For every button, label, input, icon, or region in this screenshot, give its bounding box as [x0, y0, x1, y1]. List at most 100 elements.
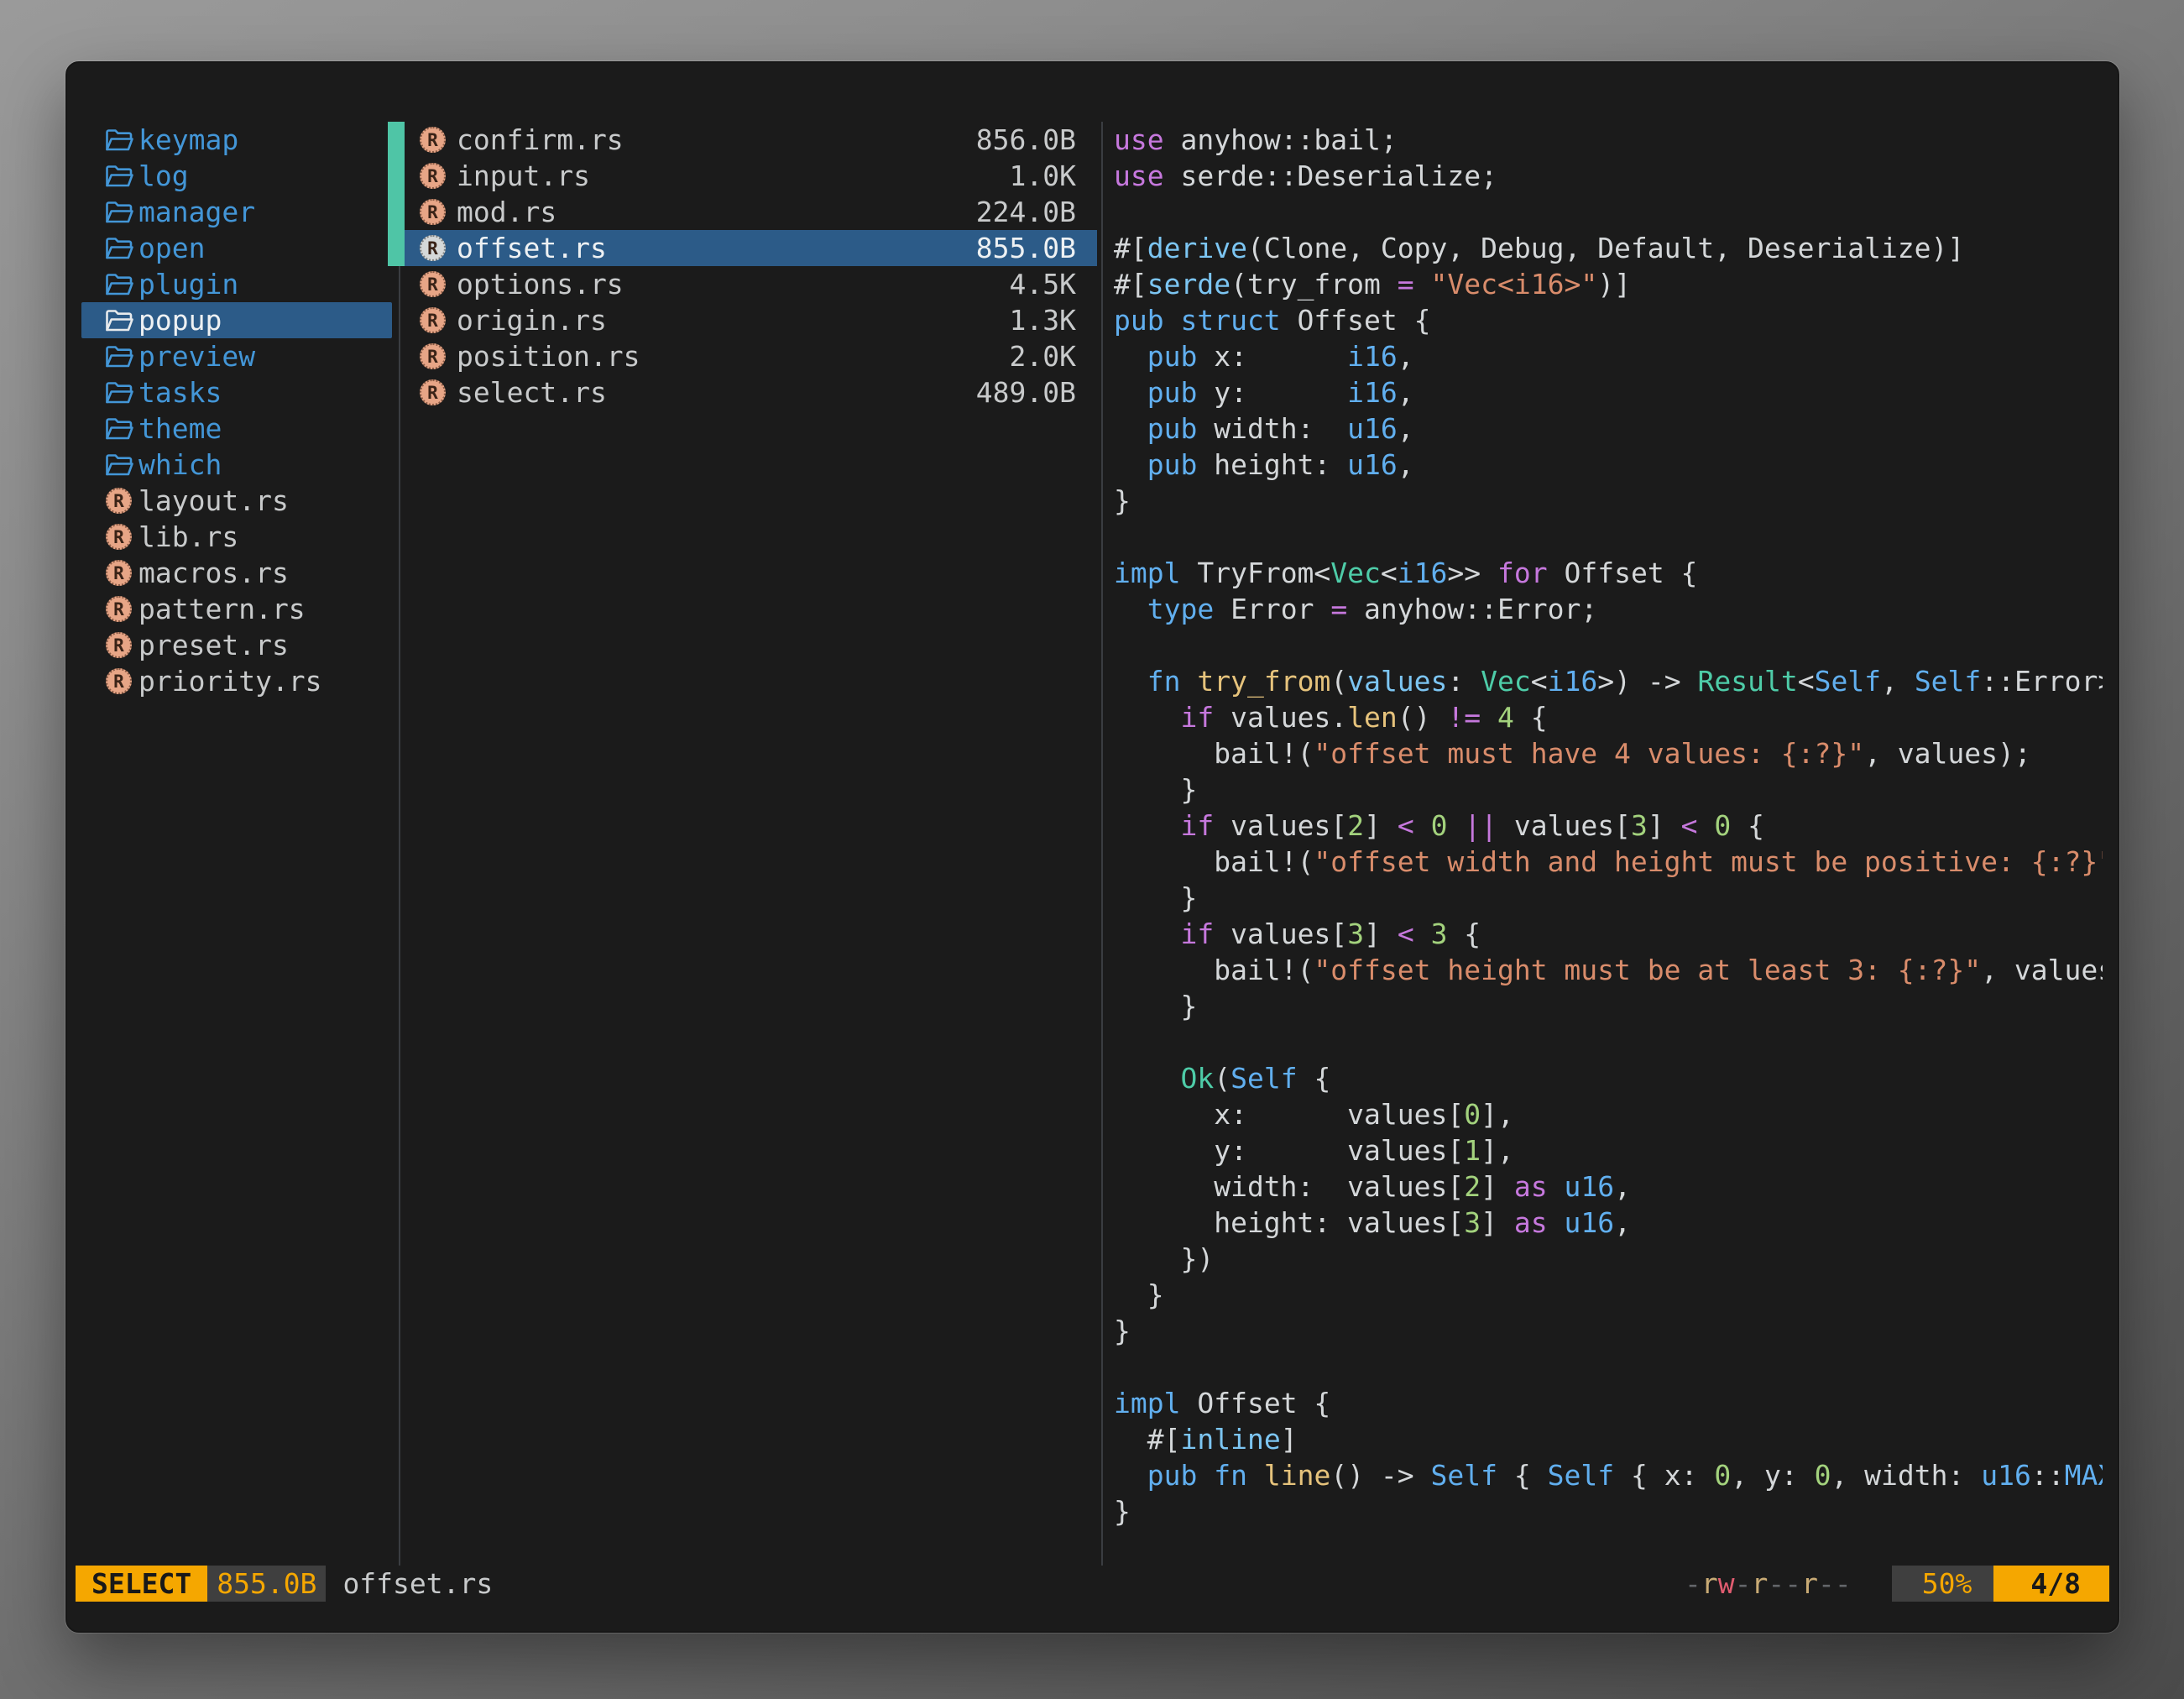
file-row-preset.rs[interactable]: Rpreset.rs: [81, 627, 392, 663]
file-row-origin.rs[interactable]: Rorigin.rs1.3K: [388, 302, 1097, 338]
open-folder-icon: [105, 128, 133, 153]
file-row-input.rs[interactable]: Rinput.rs1.0K: [388, 158, 1097, 194]
code-token: (try_from: [1230, 268, 1398, 301]
code-token: Ok: [1180, 1062, 1214, 1095]
code-line: height: values[3] as u16,: [1114, 1205, 2103, 1241]
folder-row-which[interactable]: which: [81, 447, 392, 483]
code-token: values.: [1214, 701, 1347, 734]
code-token: [1414, 917, 1431, 950]
code-token: Self: [1548, 1459, 1614, 1492]
parent-pane: keymap log manager open plugin popup pre…: [81, 122, 392, 699]
file-row-select.rs[interactable]: Rselect.rs489.0B: [388, 374, 1097, 410]
code-line: #[derive(Clone, Copy, Debug, Default, De…: [1114, 230, 2103, 266]
folder-row-theme[interactable]: theme: [81, 410, 392, 447]
code-token: [1247, 1459, 1264, 1492]
code-token: u16: [1564, 1206, 1614, 1239]
code-token: {: [1514, 701, 1548, 734]
rust-file-icon: R: [420, 379, 446, 405]
code-token: [1114, 701, 1180, 734]
current-directory-list: Rconfirm.rs856.0BRinput.rs1.0KRmod.rs224…: [388, 122, 1097, 410]
folder-row-keymap[interactable]: keymap: [81, 122, 392, 158]
file-row-confirm.rs[interactable]: Rconfirm.rs856.0B: [388, 122, 1097, 158]
code-token: [1114, 917, 1180, 950]
code-token: }): [1114, 1242, 1214, 1275]
visual-select-marker: [388, 158, 405, 194]
code-token: [1114, 340, 1147, 373]
code-token: u16: [1347, 412, 1398, 445]
code-token: [1114, 412, 1147, 445]
code-token: 0: [1464, 1098, 1481, 1131]
permission-char: -: [1818, 1567, 1835, 1600]
permission-char: -: [1784, 1567, 1801, 1600]
code-line: }): [1114, 1241, 2103, 1277]
file-row-priority.rs[interactable]: Rpriority.rs: [81, 663, 392, 699]
file-row-macros.rs[interactable]: Rmacros.rs: [81, 555, 392, 591]
file-row-layout.rs[interactable]: Rlayout.rs: [81, 483, 392, 519]
mode-badge: SELECT: [76, 1566, 207, 1602]
file-row-content: Rorigin.rs1.3K: [405, 302, 1097, 338]
code-line: pub fn line() -> Self { Self { x: 0, y: …: [1114, 1457, 2103, 1493]
file-row-position.rs[interactable]: Rposition.rs2.0K: [388, 338, 1097, 374]
code-token: ,: [1398, 340, 1414, 373]
code-token: 3: [1431, 917, 1448, 950]
folder-row-manager[interactable]: manager: [81, 194, 392, 230]
code-token: as: [1514, 1170, 1548, 1203]
file-row-pattern.rs[interactable]: Rpattern.rs: [81, 591, 392, 627]
preview-pane: use anyhow::bail;use serde::Deserialize;…: [1114, 122, 2103, 1529]
file-name: position.rs: [457, 340, 640, 373]
folder-row-plugin[interactable]: plugin: [81, 266, 392, 302]
file-row-mod.rs[interactable]: Rmod.rs224.0B: [388, 194, 1097, 230]
code-token: ]: [1281, 1423, 1298, 1456]
code-token: values[: [1497, 809, 1631, 842]
code-token: 2: [1347, 809, 1364, 842]
code-token: 0: [1431, 809, 1448, 842]
rust-file-icon: R: [420, 343, 446, 369]
rust-file-icon: R: [106, 668, 132, 694]
code-token: height:: [1197, 448, 1347, 481]
folder-row-log[interactable]: log: [81, 158, 392, 194]
file-row-content: Rconfirm.rs856.0B: [405, 122, 1097, 158]
code-token: ],: [1481, 1134, 1514, 1167]
code-token: ::: [2031, 1459, 2065, 1492]
code-line: impl TryFrom<Vec<i16>> for Offset {: [1114, 555, 2103, 591]
folder-row-preview[interactable]: preview: [81, 338, 392, 374]
item-label: pattern.rs: [138, 593, 306, 625]
visual-select-marker: [388, 302, 405, 338]
rust-file-icon: R: [106, 560, 132, 586]
folder-row-popup[interactable]: popup: [81, 302, 392, 338]
folder-row-open[interactable]: open: [81, 230, 392, 266]
code-preview: use anyhow::bail;use serde::Deserialize;…: [1114, 122, 2103, 1529]
code-token: i16: [1398, 557, 1448, 589]
code-token: ],: [1481, 1098, 1514, 1131]
code-line: }: [1114, 988, 2103, 1024]
rust-file-icon: R: [420, 271, 446, 297]
item-label: plugin: [138, 268, 238, 301]
code-token: i16: [1347, 340, 1398, 373]
code-token: anyhow::Error;: [1347, 593, 1597, 625]
code-token: ::Error> {: [1981, 665, 2103, 698]
file-name: mod.rs: [457, 196, 556, 228]
visual-select-marker: [388, 338, 405, 374]
file-row-lib.rs[interactable]: Rlib.rs: [81, 519, 392, 555]
code-line: [1114, 194, 2103, 230]
code-token: derive: [1147, 232, 1247, 264]
file-row-options.rs[interactable]: Roptions.rs4.5K: [388, 266, 1097, 302]
item-label: theme: [138, 412, 222, 445]
code-token: [1114, 1459, 1147, 1492]
code-token: use: [1114, 123, 1164, 156]
file-row-content: Roptions.rs4.5K: [405, 266, 1097, 302]
code-token: , width:: [1831, 1459, 1981, 1492]
code-token: [1414, 268, 1431, 301]
code-token: impl: [1114, 557, 1180, 589]
code-token: [1447, 809, 1464, 842]
file-row-offset.rs[interactable]: Roffset.rs855.0B: [388, 230, 1097, 266]
file-size: 1.0K: [1010, 159, 1076, 192]
code-token: Vec: [1330, 557, 1381, 589]
code-token: values[: [1214, 809, 1347, 842]
code-token: width:: [1197, 412, 1347, 445]
code-token: 4: [1497, 701, 1514, 734]
code-token: [1114, 593, 1147, 625]
code-token: ,: [1881, 665, 1915, 698]
code-token: { x:: [1614, 1459, 1714, 1492]
folder-row-tasks[interactable]: tasks: [81, 374, 392, 410]
